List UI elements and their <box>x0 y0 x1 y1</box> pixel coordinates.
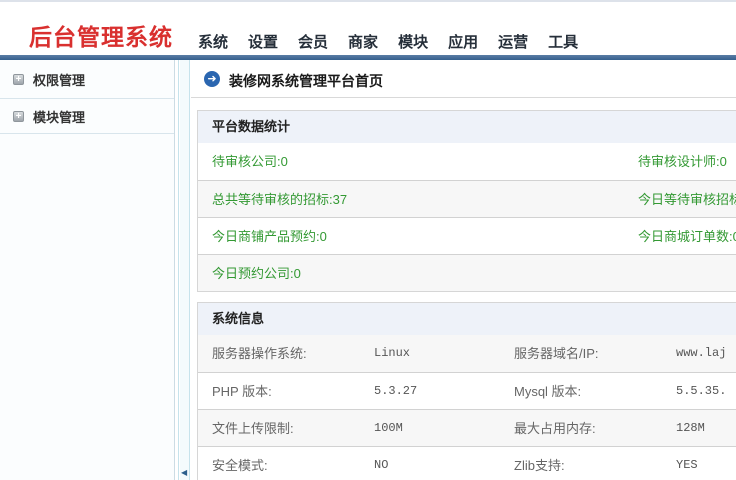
sys-row: PHP 版本: 5.3.27 Mysql 版本: 5.5.35. <box>198 372 736 409</box>
sys-row: 安全模式: NO Zlib支持: YES <box>198 446 736 480</box>
nav-item-settings[interactable]: 设置 <box>248 31 278 52</box>
stat-row: 待审核公司:0 待审核设计师:0 <box>198 143 736 180</box>
splitter-collapse-icon[interactable]: ◀ <box>181 469 187 477</box>
main-nav: 系统 设置 会员 商家 模块 应用 运营 工具 <box>198 31 578 52</box>
sys-row: 文件上传限制: 100M 最大占用内存: 128M <box>198 409 736 446</box>
sys-label-os: 服务器操作系统: <box>212 335 307 372</box>
stats-panel-header: 平台数据统计 <box>198 111 736 143</box>
nav-item-operations[interactable]: 运营 <box>498 31 528 52</box>
nav-item-merchants[interactable]: 商家 <box>348 31 378 52</box>
sys-label-mysql: Mysql 版本: <box>514 373 581 410</box>
sys-value-php: 5.3.27 <box>374 373 417 410</box>
sidebar-item-modules[interactable]: + 模块管理 <box>0 99 174 134</box>
arrow-circle-icon: ➜ <box>204 71 220 87</box>
sys-label-domain: 服务器域名/IP: <box>514 335 599 372</box>
sys-label-upload-limit: 文件上传限制: <box>212 410 294 447</box>
sidebar-item-label: 模块管理 <box>33 107 85 126</box>
stat-today-mall-orders[interactable]: 今日商城订单数:0 <box>638 218 736 255</box>
sys-label-zlib: Zlib支持: <box>514 447 565 480</box>
expand-plus-icon: + <box>13 74 24 85</box>
nav-item-tools[interactable]: 工具 <box>548 31 578 52</box>
stat-total-pending-bids[interactable]: 总共等待审核的招标:37 <box>212 181 347 218</box>
stat-today-product-bookings[interactable]: 今日商铺产品预约:0 <box>212 218 327 255</box>
main-content: ➜ 装修网系统管理平台首页 平台数据统计 待审核公司:0 待审核设计师:0 总共… <box>191 60 736 480</box>
sys-value-zlib: YES <box>676 447 698 480</box>
sys-value-os: Linux <box>374 335 410 372</box>
expand-plus-icon: + <box>13 111 24 122</box>
frame-splitter[interactable]: ◀ <box>178 60 190 480</box>
stat-row: 总共等待审核的招标:37 今日等待审核招标 <box>198 180 736 217</box>
stat-pending-designers[interactable]: 待审核设计师:0 <box>638 143 727 180</box>
sidebar-item-permissions[interactable]: + 权限管理 <box>0 60 174 99</box>
sys-value-safe-mode: NO <box>374 447 388 480</box>
page-title: 装修网系统管理平台首页 <box>229 71 383 91</box>
nav-item-modules[interactable]: 模块 <box>398 31 428 52</box>
sys-value-mysql: 5.5.35. <box>676 373 726 410</box>
system-panel: 系统信息 服务器操作系统: Linux 服务器域名/IP: www.laj PH… <box>197 302 736 480</box>
stats-panel: 平台数据统计 待审核公司:0 待审核设计师:0 总共等待审核的招标:37 今日等… <box>197 110 736 292</box>
sys-value-max-memory: 128M <box>676 410 705 447</box>
sys-value-upload-limit: 100M <box>374 410 403 447</box>
stat-row: 今日预约公司:0 <box>198 254 736 291</box>
stat-row: 今日商铺产品预约:0 今日商城订单数:0 <box>198 217 736 254</box>
sys-value-domain: www.laj <box>676 335 726 372</box>
sys-label-php: PHP 版本: <box>212 373 272 410</box>
sys-label-safe-mode: 安全模式: <box>212 447 268 480</box>
sys-label-max-memory: 最大占用内存: <box>514 410 596 447</box>
nav-item-system[interactable]: 系统 <box>198 31 228 52</box>
stat-today-booked-companies[interactable]: 今日预约公司:0 <box>212 255 301 292</box>
nav-item-apps[interactable]: 应用 <box>448 31 478 52</box>
app-header: 后台管理系统 系统 设置 会员 商家 模块 应用 运营 工具 <box>0 2 736 55</box>
sidebar: + 权限管理 + 模块管理 <box>0 60 175 480</box>
system-panel-header: 系统信息 <box>198 303 736 335</box>
stat-pending-companies[interactable]: 待审核公司:0 <box>212 143 288 180</box>
app-logo: 后台管理系统 <box>29 18 173 52</box>
sys-row: 服务器操作系统: Linux 服务器域名/IP: www.laj <box>198 335 736 372</box>
admin-app-window: 后台管理系统 系统 设置 会员 商家 模块 应用 运营 工具 + 权限管理 + … <box>0 0 736 480</box>
page-title-row: ➜ 装修网系统管理平台首页 <box>191 60 736 98</box>
nav-item-members[interactable]: 会员 <box>298 31 328 52</box>
sidebar-item-label: 权限管理 <box>33 70 85 89</box>
stat-today-pending-bids[interactable]: 今日等待审核招标 <box>638 181 736 218</box>
